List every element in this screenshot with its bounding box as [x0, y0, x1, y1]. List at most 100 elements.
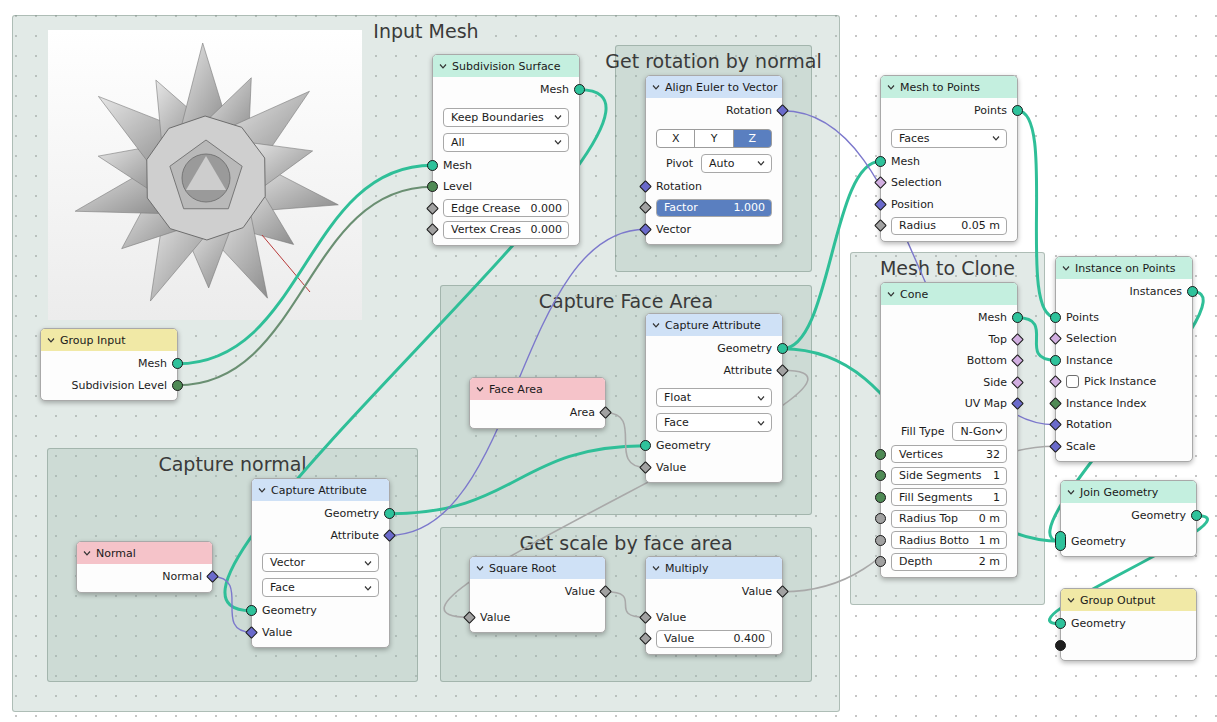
dropdown[interactable]: Keep Boundaries — [443, 108, 569, 127]
dropdown[interactable]: Faces — [891, 129, 1007, 148]
socket[interactable] — [640, 440, 651, 451]
wire[interactable] — [178, 165, 433, 364]
node[interactable]: Capture AttributeGeometryAttributeVector… — [251, 478, 390, 648]
socket[interactable] — [1049, 397, 1062, 410]
socket[interactable] — [874, 219, 887, 232]
socket[interactable] — [875, 449, 886, 460]
dropdown[interactable]: Float — [656, 388, 772, 407]
dropdown[interactable]: All — [443, 133, 569, 152]
collapse-chevron-icon[interactable] — [1067, 596, 1075, 604]
wire[interactable] — [213, 577, 252, 633]
socket[interactable] — [1049, 375, 1062, 388]
wire[interactable] — [390, 229, 646, 535]
wire[interactable] — [606, 413, 646, 468]
axis-button[interactable]: Y — [694, 129, 733, 148]
node-header[interactable]: Subdivision Surface — [433, 55, 579, 77]
socket[interactable] — [1049, 332, 1062, 345]
node[interactable]: Mesh to PointsPointsFacesMeshSelectionPo… — [880, 75, 1018, 242]
dropdown[interactable]: Vector — [262, 553, 379, 572]
collapse-chevron-icon[interactable] — [476, 385, 484, 393]
collapse-chevron-icon[interactable] — [652, 83, 660, 91]
dropdown[interactable]: Face — [656, 413, 772, 432]
socket[interactable] — [875, 156, 886, 167]
socket[interactable] — [875, 513, 886, 524]
node-header[interactable]: Multiply — [646, 557, 782, 579]
node[interactable]: NormalNormal — [76, 541, 213, 593]
node[interactable]: Join GeometryGeometryGeometry — [1060, 480, 1197, 557]
socket[interactable] — [1055, 618, 1066, 629]
number-field[interactable]: Side Segments1 — [891, 467, 1007, 485]
wire[interactable] — [606, 592, 646, 618]
socket[interactable] — [1049, 418, 1062, 431]
collapse-chevron-icon[interactable] — [887, 83, 895, 91]
dropdown-chevron-icon[interactable] — [995, 427, 1003, 435]
collapse-chevron-icon[interactable] — [258, 486, 266, 494]
axis-button[interactable]: X — [656, 129, 695, 148]
node[interactable]: Group OutputGeometry — [1060, 588, 1197, 661]
number-field[interactable]: Radius Top0 m — [891, 510, 1007, 528]
node-header[interactable]: Align Euler to Vector — [646, 76, 782, 98]
socket[interactable] — [874, 198, 887, 211]
wire[interactable] — [390, 446, 646, 514]
collapse-chevron-icon[interactable] — [47, 336, 55, 344]
socket[interactable] — [875, 556, 886, 567]
socket[interactable] — [1049, 440, 1062, 453]
node-header[interactable]: Capture Attribute — [252, 479, 389, 501]
socket[interactable] — [246, 605, 257, 616]
collapse-chevron-icon[interactable] — [476, 564, 484, 572]
collapse-chevron-icon[interactable] — [1062, 264, 1070, 272]
socket[interactable] — [875, 535, 886, 546]
node[interactable]: Face AreaArea — [469, 377, 606, 429]
node-header[interactable]: Join Geometry — [1061, 481, 1196, 503]
node-header[interactable]: Group Output — [1061, 589, 1196, 611]
socket[interactable] — [1050, 355, 1061, 366]
wire[interactable] — [783, 161, 881, 349]
node[interactable]: Subdivision SurfaceMeshKeep BoundariesAl… — [432, 54, 580, 246]
node[interactable]: Group InputMeshSubdivision Level — [40, 328, 178, 401]
number-field[interactable]: Vertices32 — [891, 445, 1007, 463]
number-field[interactable]: Depth2 m — [891, 553, 1007, 571]
dropdown-chevron-icon[interactable] — [364, 559, 372, 567]
dropdown[interactable]: N-Gon — [952, 422, 1007, 441]
checkbox[interactable] — [1066, 375, 1079, 388]
dropdown[interactable]: Auto — [701, 154, 772, 173]
socket[interactable] — [427, 181, 438, 192]
node-header[interactable]: Instance on Points — [1056, 257, 1192, 279]
number-field[interactable]: Fill Segments1 — [891, 488, 1007, 506]
dropdown-chevron-icon[interactable] — [364, 584, 372, 592]
node[interactable]: Instance on PointsInstancesPointsSelecti… — [1055, 256, 1193, 462]
number-field[interactable]: Vertex Creas0.000 — [443, 221, 569, 239]
dropdown[interactable]: Face — [262, 578, 379, 597]
axis-button[interactable]: Z — [733, 129, 772, 148]
socket[interactable] — [1191, 510, 1202, 521]
collapse-chevron-icon[interactable] — [1067, 488, 1075, 496]
socket[interactable] — [427, 160, 438, 171]
collapse-chevron-icon[interactable] — [439, 62, 447, 70]
socket[interactable] — [1012, 105, 1023, 116]
number-field[interactable]: Radius Botto1 m — [891, 531, 1007, 549]
node-editor-canvas[interactable]: Input MeshGet rotation by normalCapture … — [0, 0, 1217, 722]
node-header[interactable]: Capture Attribute — [646, 314, 782, 336]
number-field[interactable]: Edge Crease0.000 — [443, 199, 569, 217]
collapse-chevron-icon[interactable] — [652, 564, 660, 572]
node[interactable]: MultiplyValueValueValue0.400 — [645, 556, 783, 655]
dropdown-chevron-icon[interactable] — [554, 138, 562, 146]
node-header[interactable]: Group Input — [41, 329, 177, 351]
dropdown-chevron-icon[interactable] — [757, 394, 765, 402]
node[interactable]: Align Euler to VectorRotationXYZPivotAut… — [645, 75, 783, 245]
node-header[interactable]: Cone — [881, 283, 1017, 305]
node-header[interactable]: Square Root — [470, 557, 605, 579]
dropdown-chevron-icon[interactable] — [992, 134, 1000, 142]
collapse-chevron-icon[interactable] — [83, 549, 91, 557]
socket[interactable] — [172, 380, 183, 391]
dropdown-chevron-icon[interactable] — [757, 159, 765, 167]
slider[interactable]: Factor1.000 — [656, 199, 772, 217]
node-header[interactable]: Face Area — [470, 378, 605, 400]
socket[interactable] — [875, 470, 886, 481]
wire[interactable] — [1018, 111, 1056, 318]
node[interactable]: Square RootValueValue — [469, 556, 606, 633]
collapse-chevron-icon[interactable] — [652, 321, 660, 329]
socket[interactable] — [875, 492, 886, 503]
socket[interactable] — [874, 176, 887, 189]
node-header[interactable]: Normal — [77, 542, 212, 564]
